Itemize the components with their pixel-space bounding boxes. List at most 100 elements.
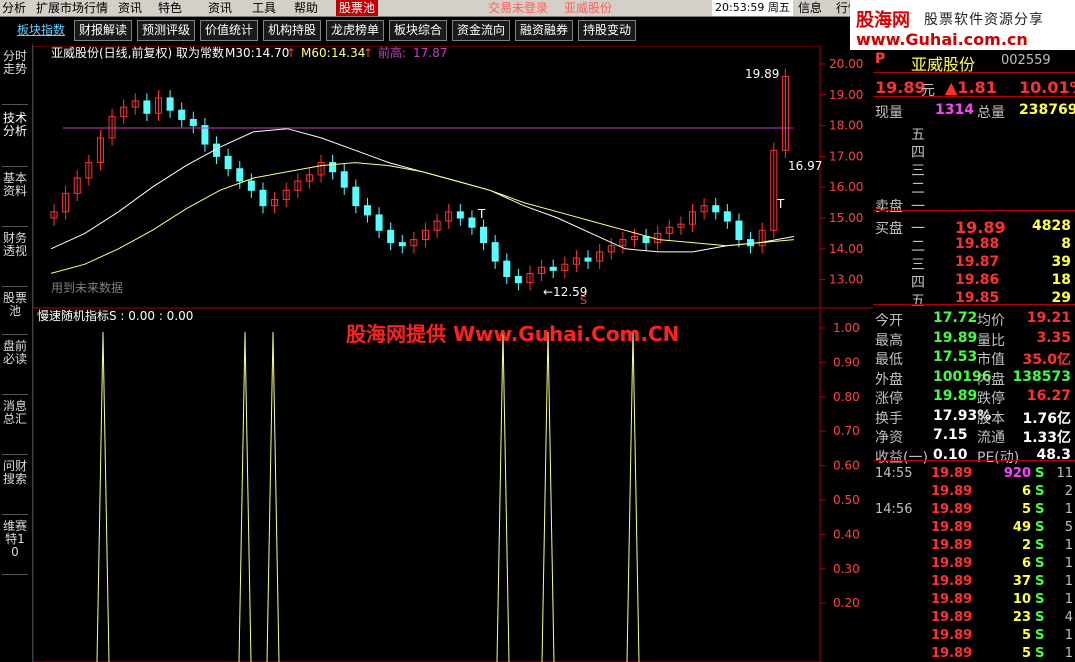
- candle-body: [189, 118, 197, 127]
- tick-side: S: [1035, 538, 1045, 553]
- vtab-wencai[interactable]: 问财搜索: [2, 460, 28, 515]
- sell-level-label: 四: [911, 145, 925, 161]
- tick-price: 19.89: [931, 520, 973, 535]
- tab-holding-change[interactable]: 持股变动: [578, 20, 637, 41]
- menu-help[interactable]: 帮助: [294, 0, 318, 16]
- tab-dragon-tiger[interactable]: 龙虎榜单: [326, 20, 385, 41]
- quote-panel: P 亚威股份 002559 19.89 元 ▲1.81 10.01% 现量 13…: [873, 50, 1075, 662]
- price-tick-label: 20.00: [829, 57, 863, 71]
- stat-value: 138573: [1012, 368, 1071, 385]
- stock-code: 002559: [1001, 53, 1051, 68]
- vtab-premarket[interactable]: 盘前必读: [2, 340, 28, 395]
- tick-count: 1: [1064, 538, 1073, 553]
- function-toolbar: 板块指数 财报解读 预测评级 价值统计 机构持股 龙虎榜单 板块综合 资金流向 …: [0, 17, 860, 43]
- tab-margin[interactable]: 融资融券: [515, 20, 574, 41]
- sell-level-label: 二: [911, 181, 925, 197]
- vtab-technical[interactable]: 技术分析: [2, 112, 28, 167]
- menu-special[interactable]: 特色: [158, 0, 182, 16]
- left-vertical-tabs: 分时走势 技术分析 基本资料 财务透视 股票池 盘前必读 消息总汇 问财搜索 维…: [0, 44, 33, 662]
- candle-body: [480, 226, 488, 244]
- vtab-news[interactable]: 消息总汇: [2, 400, 28, 455]
- high-price-mark: 19.89: [745, 67, 779, 81]
- tick-time: 14:55: [875, 466, 913, 481]
- menu-message[interactable]: 信息: [798, 0, 822, 16]
- tick-count: 1: [1064, 592, 1073, 607]
- chart-title: 亚威股份(日线,前复权) 取为常数: [51, 46, 224, 60]
- banner-logo: 股海网: [856, 10, 910, 31]
- indicator-spike: [96, 331, 110, 662]
- tick-volume: 6: [1021, 484, 1031, 499]
- candle-body: [143, 100, 151, 114]
- banner-slogan: 股票软件资源分享: [924, 12, 1044, 28]
- indicator-spike: [266, 331, 280, 662]
- menu-analysis[interactable]: 分析: [2, 0, 26, 16]
- candle-body: [514, 276, 522, 284]
- menu-info[interactable]: 资讯: [118, 0, 142, 16]
- ma-lines-layer: [50, 128, 795, 274]
- vtab-intraday[interactable]: 分时走势: [2, 50, 28, 105]
- tick-side: S: [1035, 520, 1045, 535]
- tick-volume: 5: [1021, 646, 1031, 661]
- kline-chart[interactable]: 20.00 19.00 18.00 17.00 16.00 15.00 14.00 13.00…: [33, 46, 873, 662]
- tab-value-stats[interactable]: 价值统计: [200, 20, 259, 41]
- panel-separator: [873, 210, 1075, 211]
- tick-price: 19.89: [931, 502, 973, 517]
- tick-price: 19.89: [931, 556, 973, 571]
- vtab-financials[interactable]: 财务透视: [2, 232, 28, 287]
- stat-value: 1.76亿: [1022, 410, 1071, 427]
- tab-forecast-rating[interactable]: 预测评级: [137, 20, 196, 41]
- vtab-fundamentals[interactable]: 基本资料: [2, 172, 28, 227]
- tab-report-read[interactable]: 财报解读: [74, 20, 133, 41]
- tick-side: S: [1035, 646, 1045, 661]
- buy-volume: 4828: [1032, 218, 1071, 234]
- cur-vol-label: 现量: [875, 105, 903, 121]
- indicator-title: 慢速随机指标S : 0.00 : 0.00: [37, 308, 193, 323]
- tab-fund-flow[interactable]: 资金流向: [452, 20, 511, 41]
- candle-body: [712, 205, 720, 213]
- clock: 20:53:59 周五: [712, 0, 793, 16]
- tick-volume: 920: [1003, 466, 1031, 481]
- tick-volume: 5: [1021, 628, 1031, 643]
- tab-institutional[interactable]: 机构持股: [263, 20, 322, 41]
- menu-tools[interactable]: 工具: [252, 0, 276, 16]
- tick-side: S: [1035, 484, 1045, 499]
- candle-body: [747, 239, 755, 247]
- panel-separator: [873, 96, 1075, 97]
- tick-price: 19.89: [931, 538, 973, 553]
- price-tick-label: 17.00: [829, 149, 863, 163]
- candle-body: [642, 235, 650, 244]
- ind-tick-label: 0.80: [833, 390, 860, 404]
- stat-label: PE(动): [977, 449, 1020, 466]
- watermark-banner: 股海网 股票软件资源分享 www.Guhai.com.cn: [850, 0, 1075, 50]
- tick-volume: 6: [1021, 556, 1031, 571]
- tick-count: 11: [1056, 466, 1073, 481]
- buy-level-label: 二: [911, 239, 925, 255]
- signal-t-mid: T: [477, 207, 486, 221]
- menu-ext-market[interactable]: 扩展市场行情: [36, 0, 108, 16]
- tick-count: 2: [1064, 484, 1073, 499]
- ma60-label: M60:: [301, 46, 331, 60]
- prev-high-value: 17.87: [413, 46, 447, 60]
- buy-title: 买盘: [875, 221, 903, 237]
- price-tick-label: 19.00: [829, 88, 863, 102]
- panel-separator: [873, 72, 1075, 73]
- menu-news[interactable]: 资讯: [208, 0, 232, 16]
- tab-sector-index[interactable]: 板块指数: [12, 20, 71, 41]
- tab-sector-overview[interactable]: 板块综合: [389, 20, 448, 41]
- tick-side: S: [1035, 502, 1045, 517]
- indicator-layer: [96, 331, 640, 662]
- stat-label: 均价: [977, 313, 1005, 329]
- vtab-wisetech[interactable]: 维赛特10: [2, 520, 28, 575]
- tick-volume: 2: [1021, 538, 1031, 553]
- indicator-axis: 1.00 0.90 0.80 0.70 0.60 0.50 0.40 0.30 0.20: [820, 321, 860, 610]
- menu-stock-pool[interactable]: 股票池: [336, 0, 379, 16]
- last-price: 19.89: [875, 78, 926, 97]
- candle-body: [375, 214, 383, 231]
- stat-value: 19.89: [933, 329, 978, 346]
- vtab-stock-pool[interactable]: 股票池: [2, 292, 28, 335]
- indicator-spike: [496, 331, 510, 662]
- tick-count: 1: [1064, 502, 1073, 517]
- stat-label: 市值: [977, 352, 1005, 368]
- candle-body: [398, 242, 406, 247]
- candle-body: [549, 266, 557, 271]
